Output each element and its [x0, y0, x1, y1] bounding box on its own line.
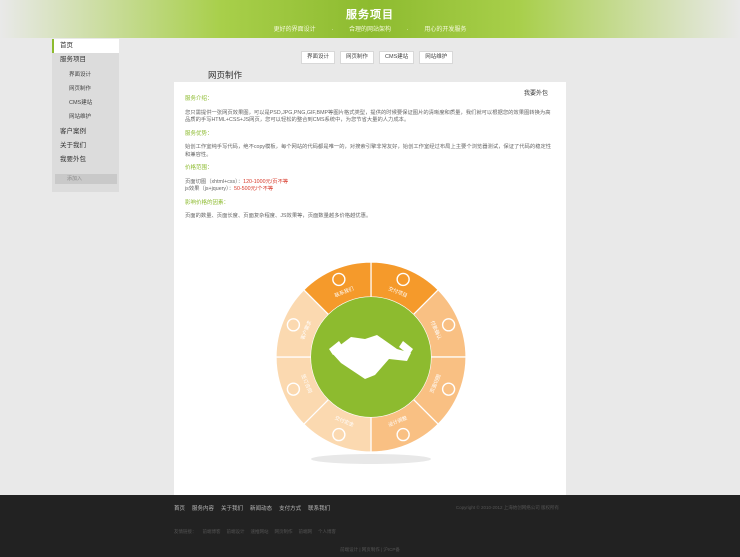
tab-web-production[interactable]: 网页制作 [340, 51, 375, 64]
sidebar-subitem-ui-design[interactable]: 界面设计 [52, 68, 119, 82]
sidebar-item-label: 网站维护 [69, 114, 92, 121]
price-line-1: 页面切图（xhtml+css）：120-1000元/页不等 [185, 179, 553, 187]
tab-ui-design[interactable]: 界面设计 [301, 51, 336, 64]
sidebar-item-services[interactable]: 服务项目 [52, 53, 119, 67]
footer-bottom: 前端设计 | 网页制作 | 沪ICP备 [340, 547, 400, 552]
price-value-2: 50-500元/个不等 [234, 186, 274, 192]
sidebar-item-about[interactable]: 关于我们 [52, 139, 119, 153]
friend-link[interactable]: 前端博客 [203, 529, 221, 534]
hero-banner: 服务项目 更好的界面设计 · 合理的网站架构 · 用心的开发服务 [0, 0, 740, 38]
factors-text: 页面的数量、页面长度、页面复杂程度、JS效果等，页面数量越多价格越优惠。 [185, 213, 372, 219]
price-line-2: js效果（js+jquery）：50-500元/个不等 [185, 186, 553, 194]
friend-link[interactable]: 速推网站 [251, 529, 269, 534]
footer: 首页 服务内容 关于我们 新闻动态 支付方式 联系我们 Copyright © 2010-… [0, 495, 740, 557]
wheel-shadow [311, 454, 431, 464]
page-hero-subtitle: 更好的界面设计 · 合理的网站架构 · 用心的开发服务 [273, 27, 467, 33]
footer-link-contact[interactable]: 联系我们 [308, 506, 330, 512]
friend-link[interactable]: 网页制作 [275, 529, 293, 534]
content-body: 服务介绍： 您只需提供一张网页效果图，可以是PSD,JPG,PNG,GIF,BM… [185, 96, 553, 227]
footer-link-news[interactable]: 新闻动态 [250, 506, 272, 512]
advantage-text: 始创工作室纯手写代码，绝不copy模板，每个网站的代码都是唯一的，对搜索引擎非常… [185, 144, 552, 158]
sidebar-item-label: 我要外包 [60, 156, 86, 164]
service-tabs: 界面设计 网页制作 CMS建站 网站维护 [301, 51, 458, 64]
sidebar-subitem-web-production[interactable]: 网页制作 [52, 82, 119, 96]
footer-link-home[interactable]: 首页 [174, 506, 185, 512]
sidebar: 首页 服务项目 界面设计 网页制作 CMS建站 网站维护 客户案例 关于我们 我… [52, 39, 119, 192]
price-label-2: js效果（js+jquery）： [185, 186, 235, 192]
footer-link-payment[interactable]: 支付方式 [279, 506, 301, 512]
price-value-1: 120-1000元/页不等 [243, 178, 289, 185]
sidebar-subitem-cms[interactable]: CMS建站 [52, 96, 119, 110]
sidebar-item-label: 界面设计 [69, 71, 92, 78]
sidebar-item-label: 首页 [60, 42, 73, 49]
friend-link[interactable]: 前端网 [299, 529, 313, 534]
footer-copyright: Copyright © 2010-2012 上海始创网络公司 版权所有 [455, 505, 559, 510]
page-title: 网页制作 [208, 70, 243, 80]
sidebar-item-label: 关于我们 [60, 142, 86, 150]
sidebar-item-label: 客户案例 [60, 127, 86, 135]
footer-nav: 首页 服务内容 关于我们 新闻动态 支付方式 联系我们 [174, 504, 337, 512]
sidebar-item-label: CMS建站 [69, 100, 93, 107]
sidebar-item-outsource[interactable]: 我要外包 [52, 153, 119, 167]
sidebar-subitem-maintenance[interactable]: 网站维护 [52, 110, 119, 124]
friend-link[interactable]: 前端设计 [227, 529, 245, 534]
factors-heading: 影响价格的因素： [185, 199, 230, 206]
tab-cms[interactable]: CMS建站 [379, 51, 415, 64]
process-wheel-diagram: 交付项目付款确认页面切图设计调整交付定金签订合同客户需求联系我们 [275, 261, 467, 464]
advantage-heading: 服务优势： [185, 130, 213, 137]
sidebar-item-label: 服务项目 [60, 56, 86, 64]
sidebar-add-button[interactable]: 添加入 [55, 174, 117, 184]
sidebar-item-label: 网页制作 [69, 85, 92, 92]
page-hero-title: 服务项目 [346, 9, 394, 21]
sidebar-item-cases[interactable]: 客户案例 [52, 125, 119, 139]
price-label-1: 页面切图（xhtml+css）： [185, 178, 244, 185]
sidebar-item-home[interactable]: 首页 [52, 39, 119, 54]
footer-link-about[interactable]: 关于我们 [221, 506, 243, 512]
footer-links-label: 友情链接： [174, 529, 197, 534]
tab-maintenance[interactable]: 网站维护 [419, 51, 454, 64]
intro-text: 您只需提供一张网页效果图，可以是PSD,JPG,PNG,GIF,BMP等图片格式… [185, 109, 551, 124]
footer-link-services[interactable]: 服务内容 [192, 506, 214, 512]
intro-heading: 服务介绍： [185, 96, 213, 102]
footer-friend-links: 友情链接： 前端博客 前端设计 速推网站 网页制作 前端网 个人博客 [174, 529, 342, 535]
friend-link[interactable]: 个人博客 [318, 529, 336, 534]
price-heading: 价格范围： [185, 165, 213, 171]
content-panel: 我要外包 服务介绍： 您只需提供一张网页效果图，可以是PSD,JPG,PNG,G… [174, 82, 566, 495]
